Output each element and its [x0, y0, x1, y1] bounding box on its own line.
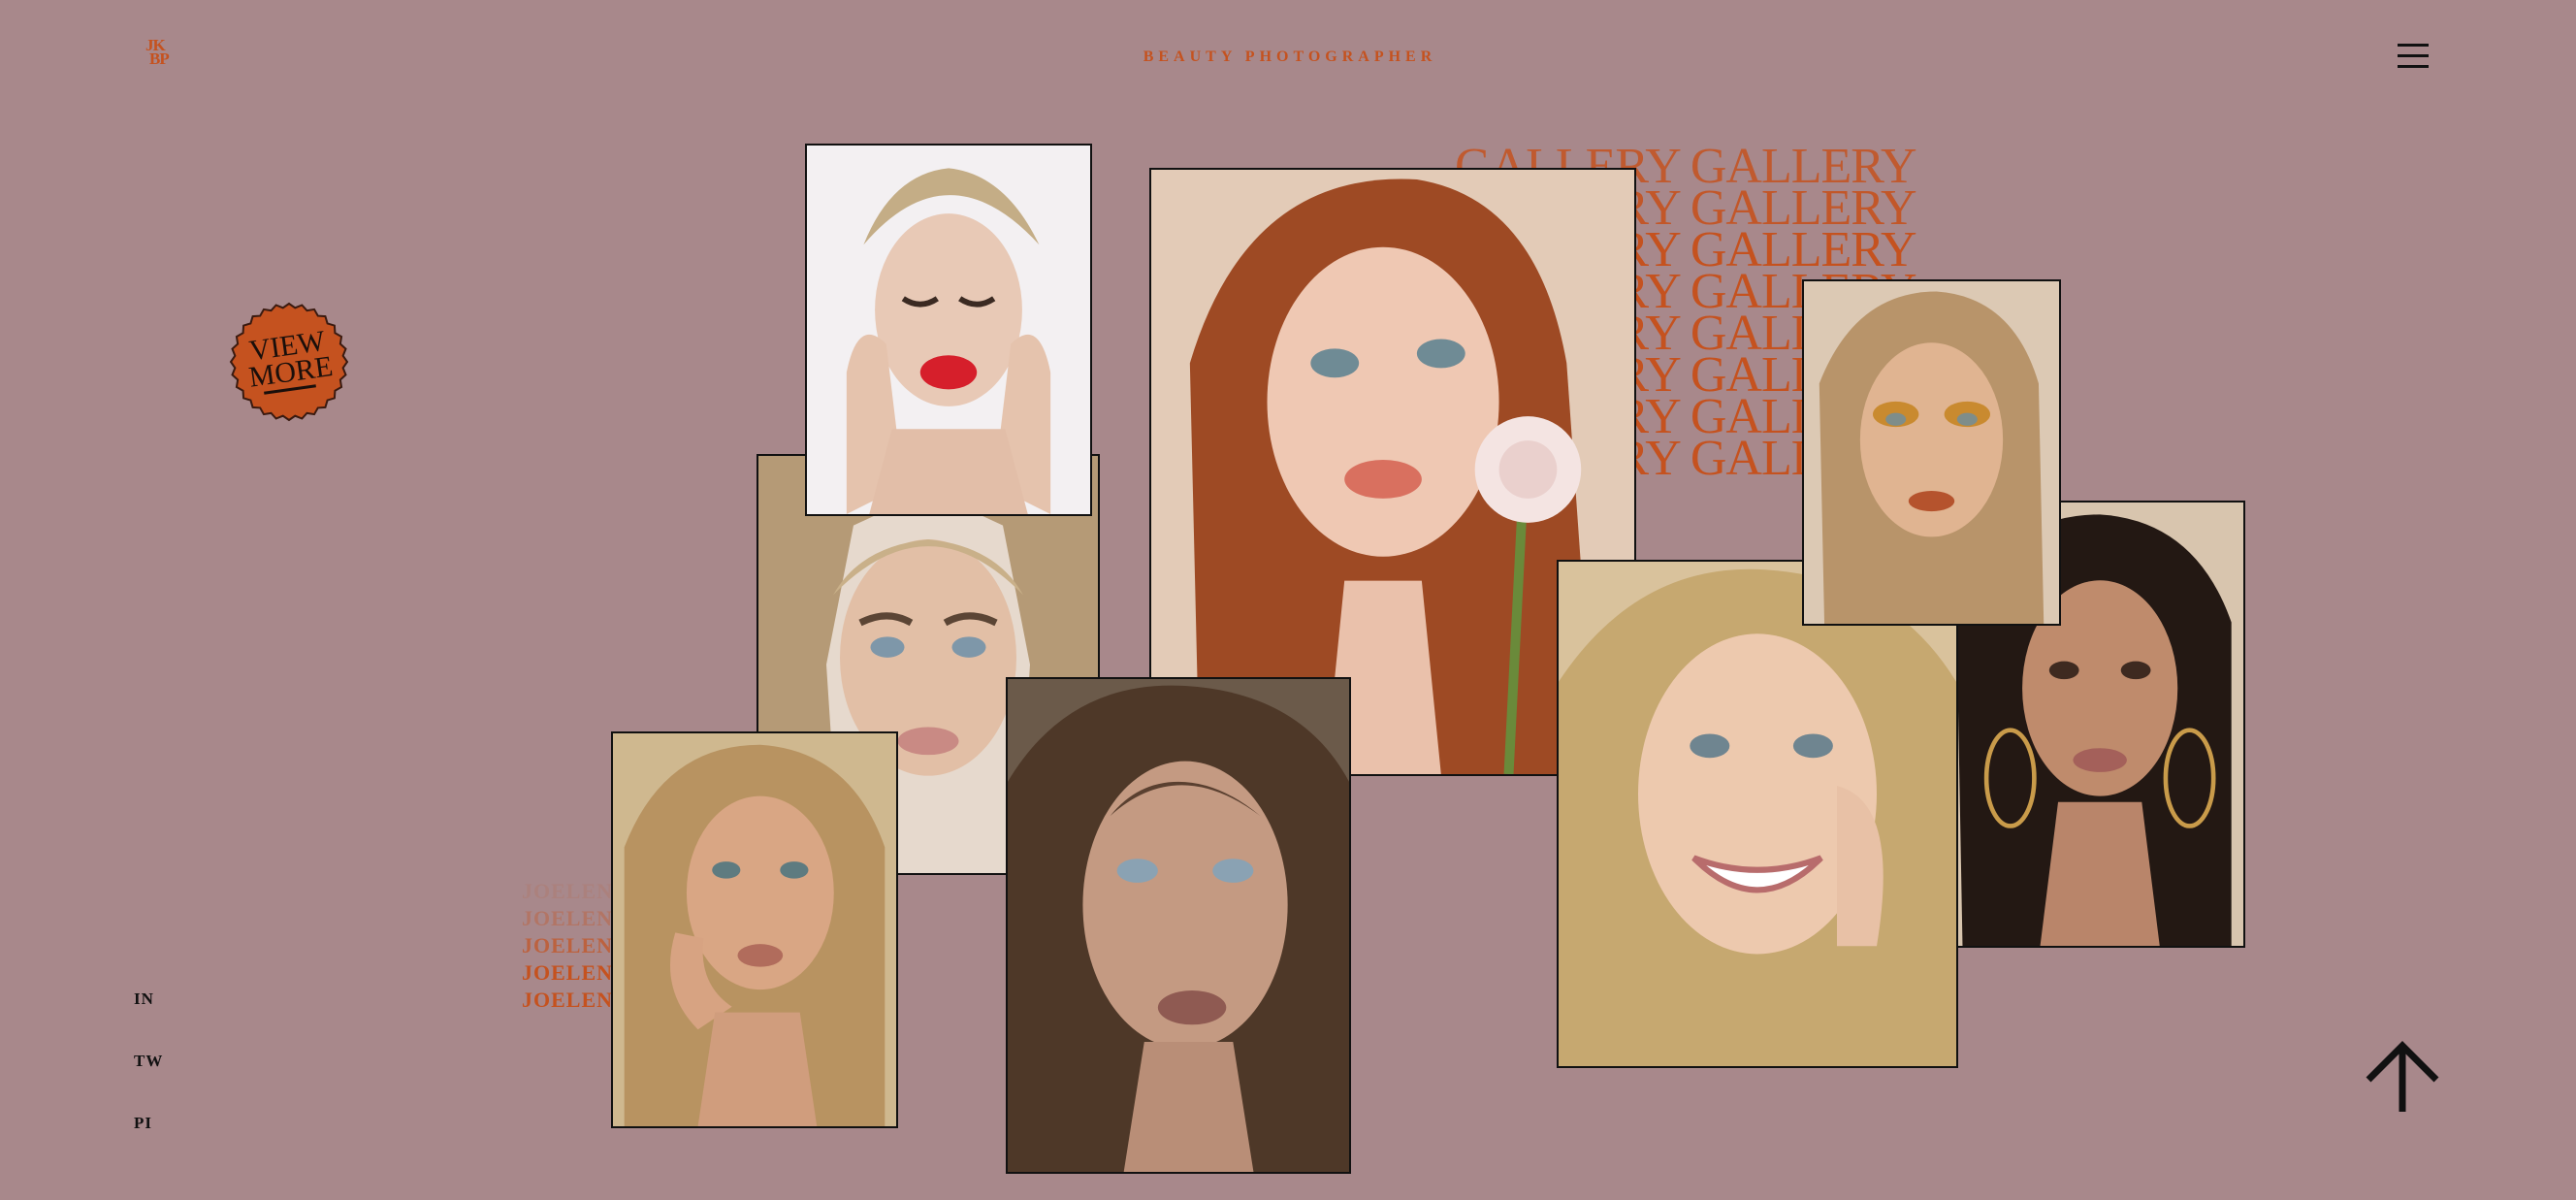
gallery-photo-blonde-hand[interactable]: [611, 731, 898, 1128]
portrait-image: [1559, 562, 1956, 1066]
social-link-twitter[interactable]: TW: [134, 1052, 163, 1071]
portrait-image: [1008, 679, 1349, 1172]
portrait-image: [1804, 281, 2059, 624]
site-logo[interactable]: JK BP: [145, 37, 175, 68]
gallery-photo-red-lips[interactable]: [805, 144, 1092, 516]
view-more-button[interactable]: VIEW MORE: [229, 302, 349, 422]
portrait-image: [613, 733, 896, 1126]
gallery-photo-freckles[interactable]: [1006, 677, 1351, 1174]
portrait-image: [807, 146, 1090, 514]
gallery-photo-orange-eyeshadow[interactable]: [1802, 279, 2061, 626]
arrow-up-icon[interactable]: [2365, 1040, 2440, 1114]
logo-line-2: BP: [149, 49, 170, 68]
gallery-photo-smiling-blonde[interactable]: [1557, 560, 1958, 1068]
social-link-pinterest[interactable]: PI: [134, 1114, 152, 1133]
hamburger-menu-icon[interactable]: [2398, 44, 2429, 69]
site-title: BEAUTY PHOTOGRAPHER: [1143, 49, 1437, 65]
social-link-instagram[interactable]: IN: [134, 989, 154, 1009]
